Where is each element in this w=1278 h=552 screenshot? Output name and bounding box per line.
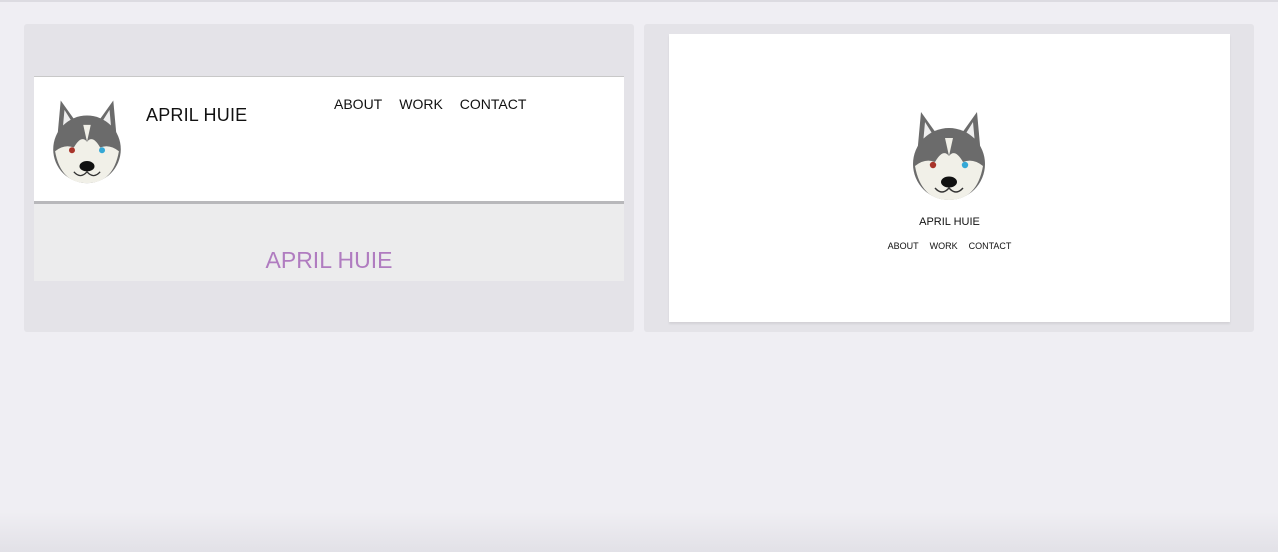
centered-screenshot: APRIL HUIE ABOUT WORK CONTACT [669,34,1230,322]
nav-work[interactable]: WORK [399,96,443,112]
site-header: APRIL HUIE ABOUT WORK CONTACT [34,76,624,204]
window-top-border [0,0,1278,2]
husky-icon [53,100,121,184]
nav-about[interactable]: ABOUT [334,96,382,112]
preview-card-desktop[interactable]: APRIL HUIE ABOUT WORK CONTACT APRIL HUIE [24,24,634,332]
hero-title: APRIL HUIE [265,247,393,273]
nav-work[interactable]: WORK [930,241,958,251]
bottom-fade [0,512,1278,552]
site-name[interactable]: APRIL HUIE [146,105,247,126]
site-nav: ABOUT WORK CONTACT [334,96,526,112]
nav-contact[interactable]: CONTACT [969,241,1012,251]
husky-icon [913,112,985,200]
nav-about[interactable]: ABOUT [888,241,919,251]
nav-contact[interactable]: CONTACT [460,96,527,112]
site-nav: ABOUT WORK CONTACT [669,241,1230,251]
hero-section: APRIL HUIE [34,204,624,281]
site-name[interactable]: APRIL HUIE [669,216,1230,228]
desktop-screenshot: APRIL HUIE ABOUT WORK CONTACT APRIL HUIE [34,76,624,281]
preview-card-centered[interactable]: APRIL HUIE ABOUT WORK CONTACT [644,24,1254,332]
